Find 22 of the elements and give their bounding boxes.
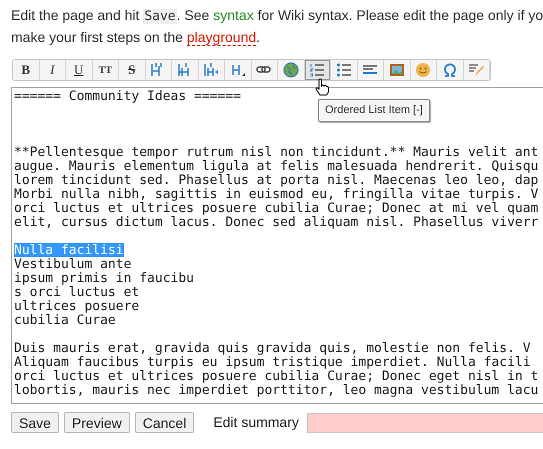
summary-field[interactable] (306, 412, 543, 432)
form-button[interactable]: Cancel (134, 412, 194, 433)
editor-textarea[interactable] (11, 87, 543, 404)
tooltip: Ordered List Item [-] (318, 99, 430, 122)
toolbar-button[interactable]: B (13, 60, 40, 80)
ordered-list-icon (309, 62, 326, 78)
summary-label: Edit summary (213, 413, 299, 432)
form-button[interactable]: Preview (64, 412, 130, 433)
toolbar-button[interactable] (304, 60, 331, 80)
bullet-list-icon (336, 62, 352, 78)
intro-text: make your first steps on the playground. (11, 28, 262, 47)
heading-up-icon (203, 62, 220, 78)
globe-icon (282, 62, 299, 78)
image-icon (388, 62, 405, 78)
syntax-link[interactable]: syntax (213, 7, 254, 23)
heading-menu-icon (230, 62, 246, 78)
intro-text: Edit the page and hit Save. See syntax for Wiki syntax. Please edit the page only if yo (11, 6, 543, 26)
playground-link[interactable]: playground (186, 29, 256, 46)
form-button[interactable]: Save (11, 412, 59, 433)
signature-pen-icon (468, 62, 484, 78)
omega-icon (442, 62, 458, 78)
smiley-icon (415, 62, 432, 78)
